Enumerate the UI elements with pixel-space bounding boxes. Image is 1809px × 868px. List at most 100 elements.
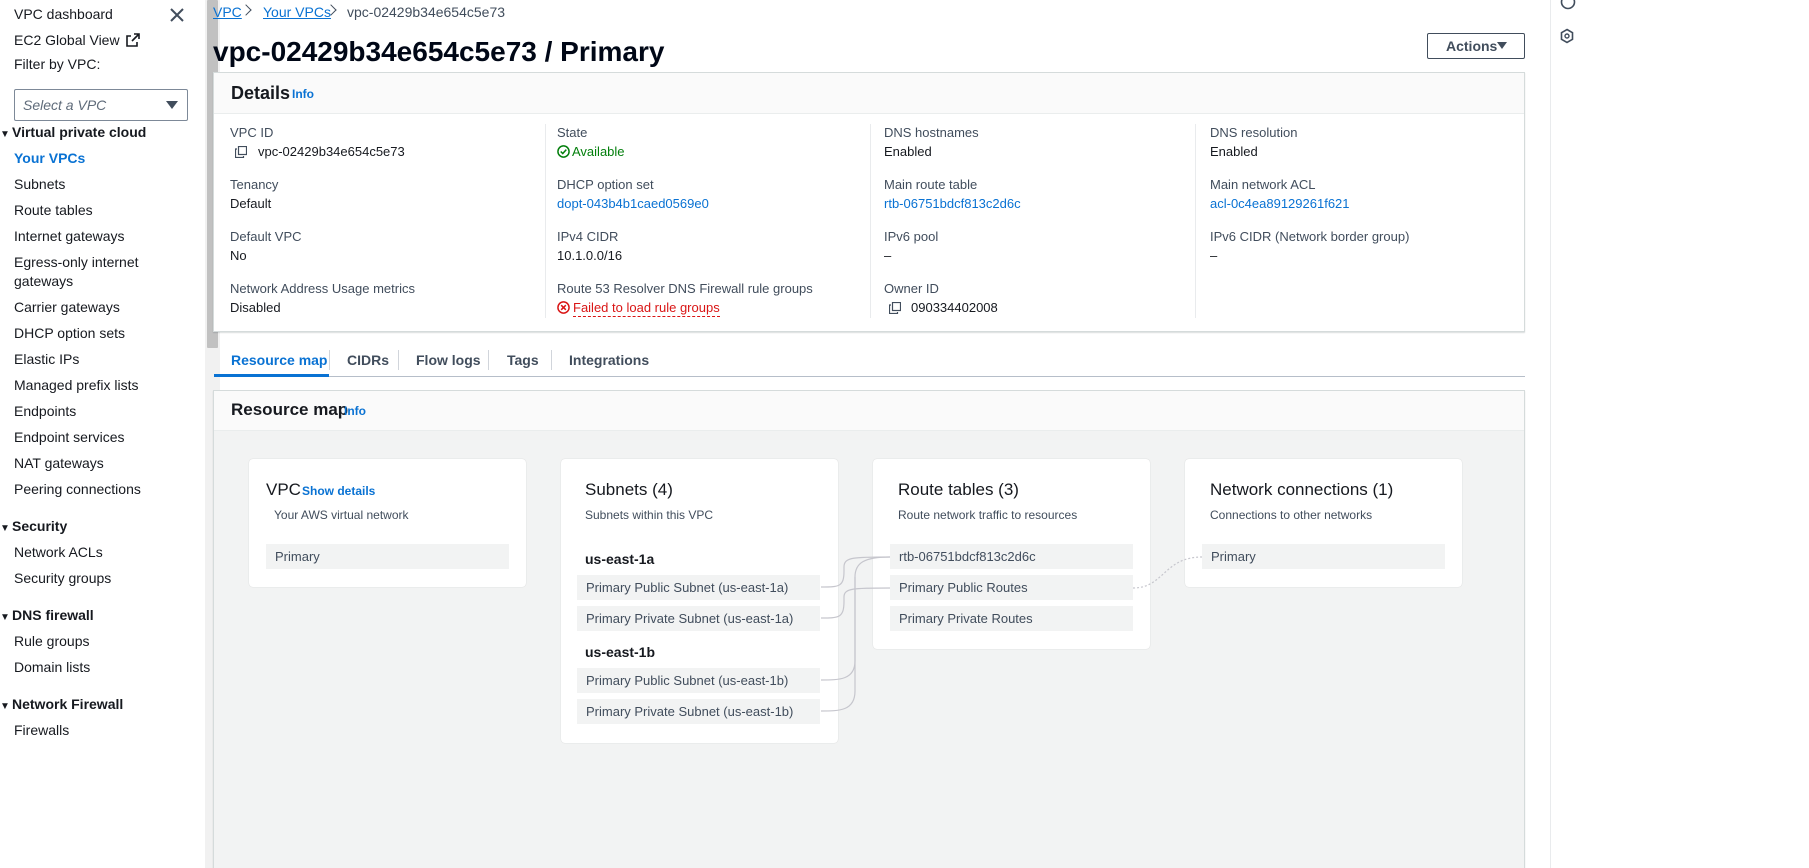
sidebar-item-network-acls[interactable]: Network ACLs [14,544,103,560]
sidebar-item-rule-groups[interactable]: Rule groups [14,633,90,649]
ipv6-pool-label: IPv6 pool [884,229,939,244]
tab-divider [488,350,489,370]
sidebar-item-internet-gateways[interactable]: Internet gateways [14,228,125,244]
resource-map-header: Resource map Info [214,391,1524,431]
rm-vpc-item[interactable]: Primary [266,544,509,569]
rm-vpc-title: VPC [266,480,301,499]
default-vpc-value: No [230,248,247,263]
sidebar-item-egress-only-gateways[interactable]: Egress-only internet gateways [14,254,139,289]
rm-subnet-item[interactable]: Primary Private Subnet (us-east-1a) [577,606,820,631]
rm-network-connections-title: Network connections (1) [1210,480,1394,499]
tab-resource-map[interactable]: Resource map [231,352,327,368]
details-title: Details [231,83,291,103]
actions-label: Actions [1446,38,1498,54]
caret-down-icon: ▼ [0,701,10,712]
section-network-firewall[interactable]: ▼ Network Firewall [0,696,123,712]
sidebar-item-domain-lists[interactable]: Domain lists [14,659,90,675]
rm-route-table-item[interactable]: Primary Private Routes [890,606,1133,631]
sidebar-item-peering-connections[interactable]: Peering connections [14,481,141,497]
vpc-filter-placeholder: Select a VPC [23,97,107,113]
copy-icon[interactable] [889,302,901,314]
sidebar-item-managed-prefix-lists[interactable]: Managed prefix lists [14,377,139,393]
rm-route-table-item[interactable]: rtb-06751bdcf813c2d6c [890,544,1133,569]
sidebar-item-dhcp-option-sets[interactable]: DHCP option sets [14,325,125,341]
caret-down-icon [1497,42,1507,49]
breadcrumb-your-vpcs[interactable]: Your VPCs [263,4,331,20]
show-details-link[interactable]: Show details [302,484,375,498]
sidebar-item-nat-gateways[interactable]: NAT gateways [14,455,104,471]
copy-icon[interactable] [235,146,247,158]
caret-down-icon: ▼ [0,523,10,534]
section-virtual-private-cloud[interactable]: ▼ Virtual private cloud [0,124,146,140]
section-security[interactable]: ▼ Security [0,518,67,534]
sidebar-item-label: Egress-only internet [14,254,139,270]
status-error-icon [557,301,570,314]
state-text: Available [572,144,625,159]
dns-resolution-label: DNS resolution [1210,125,1298,140]
dns-hostnames-label: DNS hostnames [884,125,979,140]
tab-flow-logs[interactable]: Flow logs [416,352,481,368]
ipv4-cidr-value: 10.1.0.0/16 [557,248,623,263]
rm-network-connections-card: Network connections (1) Connections to o… [1185,459,1462,587]
close-icon[interactable] [168,6,186,24]
rm-route-tables-subtitle: Route network traffic to resources [898,508,1078,522]
sidebar-item-subnets[interactable]: Subnets [14,176,65,192]
sidebar-item-firewalls[interactable]: Firewalls [14,722,69,738]
tenancy-label: Tenancy [230,177,279,192]
rm-subnet-item[interactable]: Primary Public Subnet (us-east-1b) [577,668,820,693]
side-navigation: VPC dashboard EC2 Global View Filter by … [0,0,205,868]
actions-button[interactable]: Actions [1427,33,1525,59]
info-circle-icon[interactable] [1560,0,1576,10]
breadcrumb-vpc[interactable]: VPC [213,4,242,20]
sidebar-item-elastic-ips[interactable]: Elastic IPs [14,351,79,367]
rm-subnet-item[interactable]: Primary Private Subnet (us-east-1b) [577,699,820,724]
tab-cidrs[interactable]: CIDRs [347,352,389,368]
r53-label: Route 53 Resolver DNS Firewall rule grou… [557,281,813,296]
main-route-table-link[interactable]: rtb-06751bdcf813c2d6c [884,196,1021,211]
sidebar-item-your-vpcs[interactable]: Your VPCs [14,150,85,166]
details-info-link[interactable]: Info [292,87,314,101]
tab-integrations[interactable]: Integrations [569,352,649,368]
dns-hostnames-value: Enabled [884,144,932,159]
section-dns-firewall[interactable]: ▼ DNS firewall [0,607,94,623]
tab-divider [551,350,552,370]
sidebar-item-route-tables[interactable]: Route tables [14,202,93,218]
utility-rail-divider [1550,0,1551,868]
state-value: Available [557,144,625,159]
dhcp-label: DHCP option set [557,177,654,192]
settings-hexagon-icon[interactable] [1559,28,1575,44]
dhcp-link[interactable]: dopt-043b4b1caed0569e0 [557,196,709,211]
resource-map-title: Resource map [231,400,349,419]
nau-metrics-label: Network Address Usage metrics [230,281,415,296]
tab-tags[interactable]: Tags [507,352,539,368]
status-success-icon [557,145,570,158]
sidebar-item-endpoints[interactable]: Endpoints [14,403,76,419]
section-label: Virtual private cloud [12,124,147,140]
tabs-baseline [214,376,1525,377]
vpc-filter-select[interactable]: Select a VPC [14,89,188,121]
rm-subnets-title: Subnets (4) [585,480,673,499]
page-title: vpc-02429b34e654c5e73 / Primary [213,36,665,67]
rm-subnet-item[interactable]: Primary Public Subnet (us-east-1a) [577,575,820,600]
ipv6-cidr-label: IPv6 CIDR (Network border group) [1210,229,1410,244]
tab-active-indicator [214,374,329,377]
filter-label: Filter by VPC: [14,56,101,72]
main-acl-label: Main network ACL [1210,177,1316,192]
vpc-id-label: VPC ID [230,125,274,140]
rm-az-label: us-east-1a [585,551,655,567]
resource-map-info-link[interactable]: Info [344,404,366,418]
sidebar-item-label: EC2 Global View [14,32,120,48]
owner-id-value: 090334402008 [911,300,998,315]
sidebar-item-vpc-dashboard[interactable]: VPC dashboard [14,6,113,22]
sidebar-item-ec2-global-view[interactable]: EC2 Global View [14,32,141,48]
sidebar-item-endpoint-services[interactable]: Endpoint services [14,429,125,445]
rm-route-table-item[interactable]: Primary Public Routes [890,575,1133,600]
main-acl-link[interactable]: acl-0c4ea89129261f621 [1210,196,1350,211]
rm-vpc-subtitle: Your AWS virtual network [274,508,409,522]
vpc-id-value: vpc-02429b34e654c5e73 [258,144,405,159]
sidebar-item-carrier-gateways[interactable]: Carrier gateways [14,299,120,315]
r53-value[interactable]: Failed to load rule groups [557,300,720,317]
rm-network-connection-item[interactable]: Primary [1202,544,1445,569]
breadcrumb-current: vpc-02429b34e654c5e73 [347,4,506,20]
sidebar-item-security-groups[interactable]: Security groups [14,570,111,586]
